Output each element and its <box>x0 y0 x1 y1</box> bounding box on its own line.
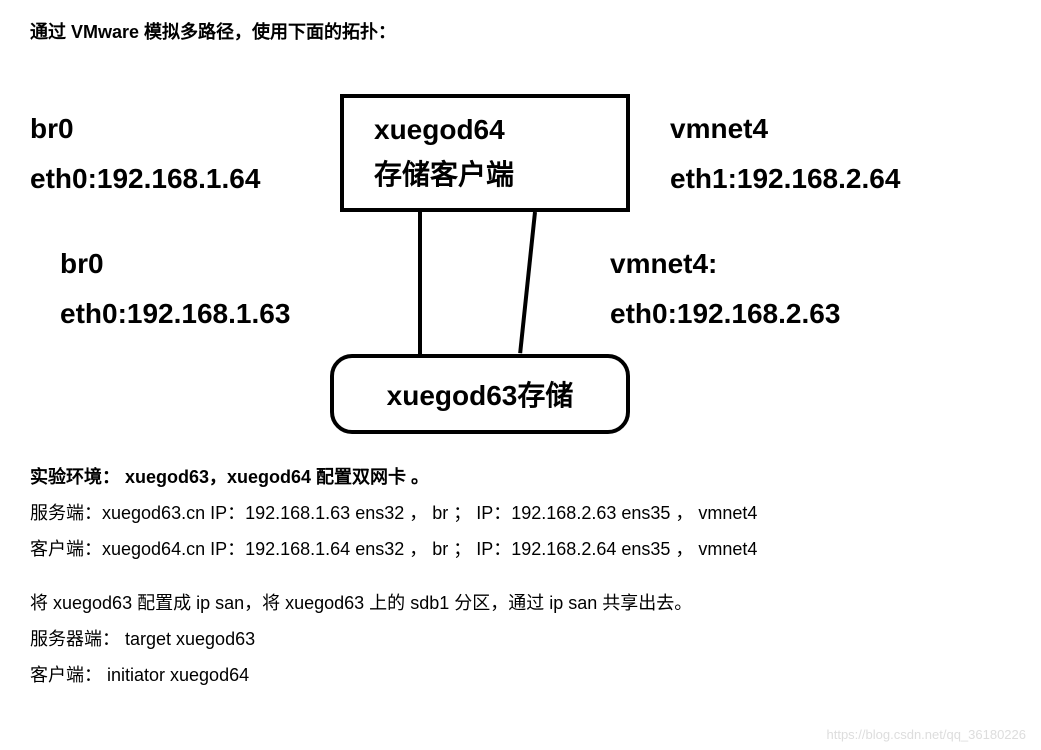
topology-diagram: xuegod64 存储客户端 br0 eth0:192.168.1.64 vmn… <box>0 44 1041 444</box>
info-section: 实验环境： xuegod63，xuegod64 配置双网卡 。 服务端：xueg… <box>0 444 1041 693</box>
vmnet4-63-label: vmnet4: <box>610 239 840 289</box>
watermark: https://blog.csdn.net/qq_36180226 <box>827 727 1027 742</box>
label-mid-left: br0 eth0:192.168.1.63 <box>60 239 290 340</box>
node-xuegod63: xuegod63存储 <box>330 354 630 434</box>
description: 将 xuegod63 配置成 ip san，将 xuegod63 上的 sdb1… <box>30 585 1011 621</box>
node-xuegod64-role: 存储客户端 <box>374 153 626 198</box>
vmnet4-label: vmnet4 <box>670 104 900 154</box>
env-title: 实验环境： xuegod63，xuegod64 配置双网卡 。 <box>30 467 429 487</box>
eth0-64-label: eth0:192.168.1.64 <box>30 154 260 204</box>
node-xuegod64-name: xuegod64 <box>374 108 626 153</box>
eth0-263-label: eth0:192.168.2.63 <box>610 289 840 339</box>
client-role: 客户端： initiator xuegod64 <box>30 657 1011 693</box>
label-top-right: vmnet4 eth1:192.168.2.64 <box>670 104 900 205</box>
client-info: 客户端：xuegod64.cn IP：192.168.1.64 ens32 ， … <box>30 531 1011 567</box>
node-xuegod64: xuegod64 存储客户端 <box>340 94 630 212</box>
server-role: 服务器端： target xuegod63 <box>30 621 1011 657</box>
eth1-64-label: eth1:192.168.2.64 <box>670 154 900 204</box>
connector-left <box>418 212 422 354</box>
page-title: 通过 VMware 模拟多路径，使用下面的拓扑： <box>0 0 1041 44</box>
server-info: 服务端：xuegod63.cn IP：192.168.1.63 ens32 ， … <box>30 495 1011 531</box>
eth0-63-label: eth0:192.168.1.63 <box>60 289 290 339</box>
label-mid-right: vmnet4: eth0:192.168.2.63 <box>610 239 840 340</box>
br0-63-label: br0 <box>60 239 290 289</box>
br0-label: br0 <box>30 104 260 154</box>
label-top-left: br0 eth0:192.168.1.64 <box>30 104 260 205</box>
node-xuegod63-label: xuegod63存储 <box>387 374 574 414</box>
connector-right <box>518 212 537 354</box>
